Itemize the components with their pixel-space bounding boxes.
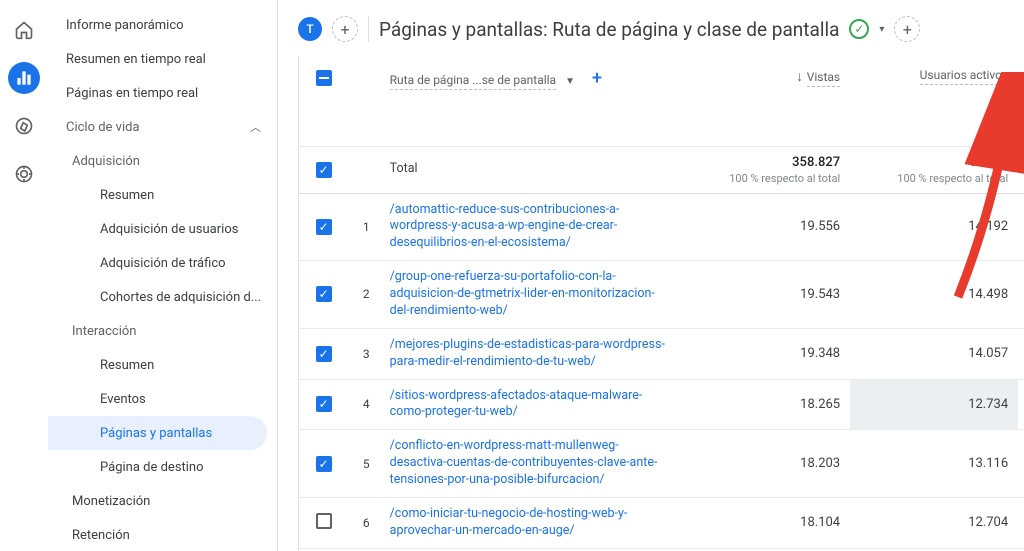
row-index: 1 (348, 193, 379, 261)
nav-adquisicion[interactable]: Adquisición (48, 144, 277, 178)
row-path[interactable]: /como-iniciar-tu-negocio-de-hosting-web-… (380, 497, 682, 548)
row-path[interactable]: /sitios-wordpress-afectados-ataque-malwa… (380, 379, 682, 430)
col-usuarios-activos[interactable]: Usuarios activos (850, 56, 1018, 146)
nav-monetizacion[interactable]: Monetización (48, 484, 277, 518)
row-checkbox[interactable]: ✓ (316, 456, 332, 472)
table-row: ✓ 5/conflicto-en-wordpress-matt-mullenweg… (299, 430, 1024, 498)
row-value: 18.265 (682, 379, 850, 430)
col-vistas[interactable]: ↓ Vistas (682, 56, 850, 146)
tab-chip[interactable]: T (298, 17, 322, 41)
row-value: 1,43 (1018, 497, 1024, 548)
chevron-down-icon[interactable]: ▼ (565, 76, 575, 87)
row-value: 1,38 (1018, 328, 1024, 379)
row-checkbox[interactable]: ✓ (316, 286, 332, 302)
nav-retencion[interactable]: Retención (48, 518, 277, 551)
nav-adq-cohortes[interactable]: Cohortes de adquisición d... (48, 280, 277, 314)
table-row: 6/como-iniciar-tu-negocio-de-hosting-web… (299, 497, 1024, 548)
status-ok-icon[interactable]: ✓ (849, 19, 869, 39)
nav-paginas-tiempo-real[interactable]: Páginas en tiempo real (48, 76, 277, 110)
row-checkbox[interactable]: ✓ (316, 396, 332, 412)
nav-adq-usuarios[interactable]: Adquisición de usuarios (48, 212, 277, 246)
row-value: 14.057 (850, 328, 1018, 379)
row-value: 14.498 (850, 261, 1018, 329)
title-bar: T + Páginas y pantallas: Ruta de página … (278, 0, 1024, 50)
nav-adq-resumen[interactable]: Resumen (48, 178, 277, 212)
row-checkbox[interactable]: ✓ (316, 219, 332, 235)
row-path[interactable]: /conflicto-en-wordpress-matt-mullenweg-d… (380, 430, 682, 498)
row-value: 1,38 (1018, 193, 1024, 261)
row-index: 3 (348, 328, 379, 379)
page-title: Páginas y pantallas: Ruta de página y cl… (379, 18, 839, 41)
row-value: 12.734 (850, 379, 1018, 430)
row-total-label: Total (380, 146, 682, 193)
sidebar: Informe panorámico Resumen en tiempo rea… (48, 0, 278, 551)
table-row: ✓ 3/mejores-plugins-de-estadisticas-para-… (299, 328, 1024, 379)
row-path[interactable]: /mejores-plugins-de-estadisticas-para-wo… (380, 328, 682, 379)
rail-target-icon[interactable] (8, 158, 40, 190)
row-value: 12.704 (850, 497, 1018, 548)
nav-adq-trafico[interactable]: Adquisición de tráfico (48, 246, 277, 280)
row-path[interactable]: /automattic-reduce-sus-contribuciones-a-… (380, 193, 682, 261)
dimension-picker[interactable]: Ruta de página ...se de pantalla (390, 73, 556, 90)
data-table: Ruta de página ...se de pantalla ▼ + ↓ V… (299, 56, 1024, 549)
table-row: ✓ 1/automattic-reduce-sus-contribuciones-… (299, 193, 1024, 261)
add-dimension-button[interactable]: + (592, 68, 602, 89)
row-index: 6 (348, 497, 379, 548)
row-value: 19.348 (682, 328, 850, 379)
rail-explore-icon[interactable] (8, 110, 40, 142)
chevron-up-icon: ︿ (250, 119, 261, 135)
row-index: 5 (348, 430, 379, 498)
row-value: 13.116 (850, 430, 1018, 498)
row-value: 19.556 (682, 193, 850, 261)
row-value: 18.203 (682, 430, 850, 498)
nav-int-eventos[interactable]: Eventos (48, 382, 277, 416)
row-index: 4 (348, 379, 379, 430)
row-total-value: 7,47Media 0 % (1018, 146, 1024, 193)
rail-reports-icon[interactable] (8, 62, 40, 94)
select-all-checkbox[interactable] (316, 70, 332, 86)
row-value: 19.543 (682, 261, 850, 329)
status-dropdown-icon[interactable]: ▾ (879, 24, 884, 35)
row-value: 1,43 (1018, 379, 1024, 430)
table-row: ✓ 2/group-one-refuerza-su-portafolio-con-… (299, 261, 1024, 329)
nav-section-label: Ciclo de vida (66, 120, 140, 135)
nav-item-label: Adquisición (72, 154, 261, 169)
nav-int-pagina-destino[interactable]: Página de destino (48, 450, 277, 484)
col-vistas-por-usuario[interactable]: Vistas por usuario activo (1018, 56, 1024, 146)
row-total-value: 358.827100 % respecto al total (682, 146, 850, 193)
row-value: 1,35 (1018, 261, 1024, 329)
nav-interaccion[interactable]: Interacción (48, 314, 277, 348)
row-path[interactable]: /group-one-refuerza-su-portafolio-con-la… (380, 261, 682, 329)
row-total-value: 48.053100 % respecto al total (850, 146, 1018, 193)
add-tab-button[interactable]: + (332, 16, 358, 42)
nav-resumen-tiempo-real[interactable]: Resumen en tiempo real (48, 42, 277, 76)
table-row: ✓ 4/sitios-wordpress-afectados-ataque-mal… (299, 379, 1024, 430)
nav-int-resumen[interactable]: Resumen (48, 348, 277, 382)
row-total-checkbox[interactable]: ✓ (316, 162, 332, 178)
row-value: 18.104 (682, 497, 850, 548)
row-value: 14.192 (850, 193, 1018, 261)
add-card-button[interactable]: + (894, 16, 920, 42)
rail-home-icon[interactable] (8, 14, 40, 46)
row-checkbox[interactable]: ✓ (316, 346, 332, 362)
nav-item-label: Interacción (72, 324, 261, 339)
row-index: 2 (348, 261, 379, 329)
row-checkbox[interactable] (316, 513, 332, 529)
nav-informe-panoramico[interactable]: Informe panorámico (48, 8, 277, 42)
nav-int-paginas-pantallas[interactable]: Páginas y pantallas (48, 416, 267, 450)
nav-section-ciclo-de-vida[interactable]: Ciclo de vida ︿ (48, 110, 277, 144)
row-value: 1,39 (1018, 430, 1024, 498)
